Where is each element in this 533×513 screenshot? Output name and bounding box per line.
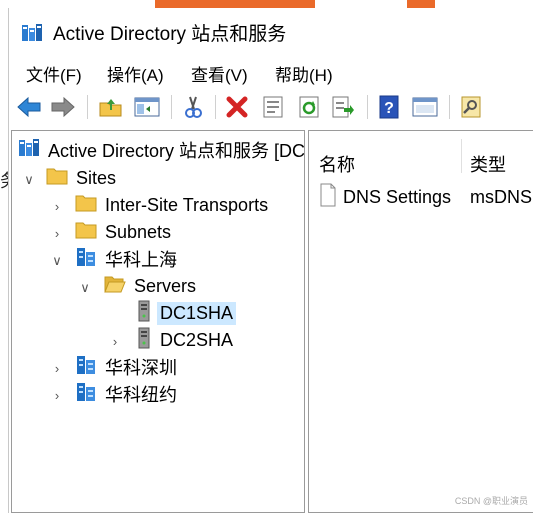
server-icon <box>136 300 152 327</box>
tree-node-inter-site-transports[interactable]: Inter-Site Transports <box>75 192 268 218</box>
toolbar-separator <box>367 95 368 119</box>
chevron-down-icon[interactable]: ∨ <box>50 253 64 269</box>
tree-node-subnets[interactable]: Subnets <box>75 219 171 245</box>
console-tree[interactable]: Active Directory 站点和服务 [DC ∨ Sites › Int… <box>11 130 305 513</box>
toolbar-separator <box>171 95 172 119</box>
tree-node-label: Servers <box>134 275 197 296</box>
column-divider[interactable] <box>461 139 462 173</box>
toolbar-separator <box>449 95 450 119</box>
content-panes: Active Directory 站点和服务 [DC ∨ Sites › Int… <box>11 130 533 513</box>
tree-node-label: 华科深圳 <box>105 358 177 378</box>
ad-sites-app-icon <box>18 137 40 164</box>
folder-icon <box>46 166 68 191</box>
menu-bar: 文件(F) 操作(A) 查看(V) 帮助(H) <box>9 56 533 86</box>
toolbar-separator <box>87 95 88 119</box>
tree-node-sites[interactable]: Sites <box>46 165 116 191</box>
document-icon <box>319 183 337 212</box>
site-icon <box>75 381 97 408</box>
desktop-strip-segment-orange <box>155 0 315 8</box>
tree-node-label: Sites <box>76 167 117 188</box>
tree-node-label: DC2SHA <box>160 329 234 350</box>
mmc-window: Active Directory 站点和服务 文件(F) 操作(A) 查看(V)… <box>8 8 533 513</box>
tree-node-label: 华科纽约 <box>105 385 177 405</box>
list-item-name: DNS Settings <box>343 187 452 207</box>
site-icon <box>75 246 97 273</box>
folder-icon <box>75 220 97 245</box>
tree-node-label: Subnets <box>105 221 172 242</box>
svg-text:?: ? <box>384 100 394 117</box>
menu-help[interactable]: 帮助(H) <box>275 61 333 86</box>
tree-node-label: 华科上海 <box>105 250 177 270</box>
title-bar[interactable]: Active Directory 站点和服务 <box>9 8 533 56</box>
watermark-text: CSDN @职业演员 <box>454 496 528 506</box>
tree-node-site-shenzhen[interactable]: 华科深圳 <box>75 354 177 380</box>
folder-icon <box>75 193 97 218</box>
tree-node-site-newyork[interactable]: 华科纽约 <box>75 381 177 407</box>
tree-node-label: Inter-Site Transports <box>105 194 269 215</box>
server-icon <box>136 327 152 354</box>
chevron-right-icon[interactable]: › <box>50 226 64 241</box>
desktop-strip <box>0 0 533 8</box>
console-view-icon[interactable] <box>411 93 439 121</box>
up-folder-icon[interactable] <box>97 93 125 121</box>
chevron-right-icon[interactable]: › <box>108 334 122 349</box>
desktop-strip-segment-orange <box>407 0 435 8</box>
column-header-type[interactable]: 类型 <box>470 151 506 177</box>
properties-icon[interactable] <box>259 93 287 121</box>
tree-node-label: DC1SHA <box>157 301 237 325</box>
delete-icon[interactable] <box>223 93 251 121</box>
toolbar-separator <box>215 95 216 119</box>
folder-open-icon <box>104 274 126 299</box>
chevron-right-icon[interactable]: › <box>50 388 64 403</box>
desktop-strip-segment <box>445 0 533 8</box>
chevron-right-icon[interactable]: › <box>50 361 64 376</box>
forward-arrow-icon[interactable] <box>49 93 77 121</box>
tree-node-site-shanghai[interactable]: 华科上海 <box>75 246 177 272</box>
desktop-strip-segment <box>0 0 155 8</box>
list-item-type: msDNS <box>470 187 532 207</box>
results-pane[interactable]: 名称 类型 DNS Settings msDNS <box>308 130 533 513</box>
refresh-icon[interactable] <box>295 93 323 121</box>
export-list-icon[interactable] <box>329 93 357 121</box>
tree-node-label: Active Directory 站点和服务 [DC <box>48 141 305 161</box>
help-icon[interactable]: ? <box>375 93 403 121</box>
site-icon <box>75 354 97 381</box>
chevron-down-icon[interactable]: ∨ <box>78 280 92 296</box>
find-icon[interactable] <box>457 93 485 121</box>
back-arrow-icon[interactable] <box>15 93 43 121</box>
menu-file[interactable]: 文件(F) <box>26 61 82 86</box>
chevron-right-icon[interactable]: › <box>50 199 64 214</box>
tree-node-servers[interactable]: Servers <box>104 273 196 299</box>
chevron-down-icon[interactable]: ∨ <box>22 172 36 188</box>
ad-sites-app-icon <box>21 22 43 49</box>
tree-node-dc2sha[interactable]: DC2SHA <box>136 327 233 353</box>
toolbar: ? <box>9 91 533 125</box>
tree-node-root[interactable]: Active Directory 站点和服务 [DC <box>18 137 305 164</box>
tree-node-dc1sha[interactable]: DC1SHA <box>136 300 237 327</box>
cut-icon[interactable] <box>179 93 207 121</box>
show-hide-tree-icon[interactable] <box>133 93 161 121</box>
window-title: Active Directory 站点和服务 <box>53 24 287 45</box>
menu-action[interactable]: 操作(A) <box>107 61 164 86</box>
menu-view[interactable]: 查看(V) <box>191 61 248 86</box>
list-item-dns-settings[interactable]: DNS Settings msDNS <box>319 183 532 212</box>
column-header-name[interactable]: 名称 <box>319 151 355 177</box>
